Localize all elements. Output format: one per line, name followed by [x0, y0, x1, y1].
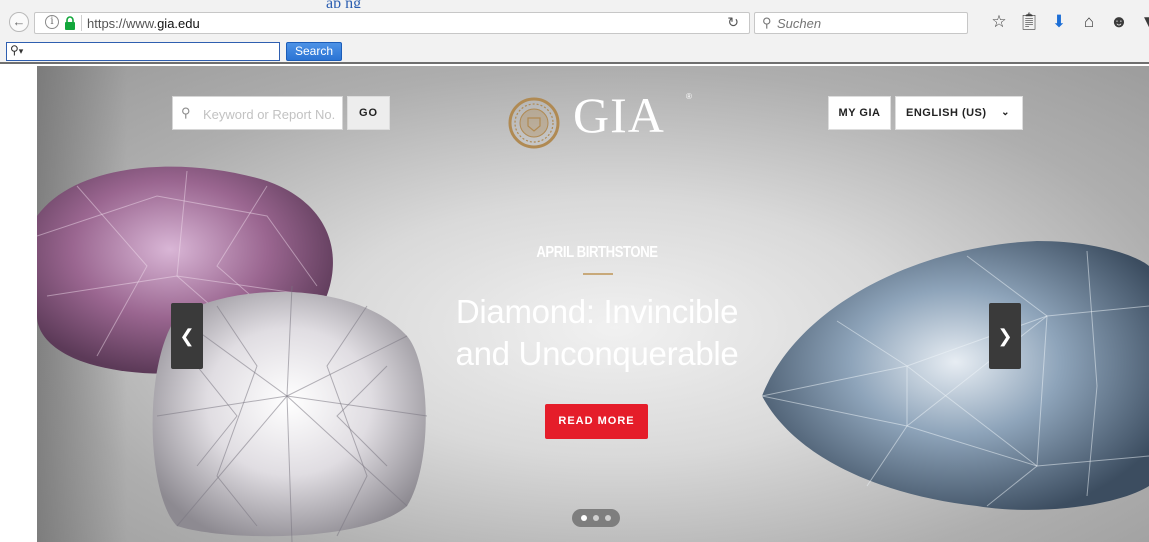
search-icon: ⚲ [762, 15, 772, 30]
clipboard-icon[interactable]: 📋︎ [1014, 10, 1044, 34]
search-icon: ⚲ [181, 105, 191, 120]
chevron-left-icon: ❮ [179, 326, 195, 346]
browser-toolbar-icons: ☆ 📋︎ ⬇︎ ⌂ ☻ ▼ [984, 10, 1149, 34]
pocket-icon[interactable]: ▼ [1134, 10, 1149, 34]
headline-line-2: and Unconquerable [455, 335, 739, 372]
slide-eyebrow: APRIL BIRTHSTONE [536, 244, 658, 261]
chevron-right-icon: ❯ [997, 326, 1013, 346]
search-toolbar: ⚲▾ Search [0, 40, 1149, 64]
keyword-search-input[interactable] [203, 105, 341, 123]
reload-icon[interactable]: ↻ [727, 14, 739, 31]
logo-wordmark: GIA [573, 87, 665, 143]
registered-mark: ® [686, 92, 692, 101]
home-icon[interactable]: ⌂ [1074, 10, 1104, 34]
back-button[interactable]: ← [9, 12, 29, 32]
carousel-dot[interactable] [605, 515, 611, 521]
url-text[interactable]: https://www.gia.edu [87, 16, 200, 31]
download-icon[interactable]: ⬇︎ [1044, 10, 1074, 34]
headline-line-1: Diamond: Invincible [455, 293, 739, 330]
chevron-down-icon: ⌄ [1001, 107, 1010, 118]
gia-logo[interactable]: GIA ® [509, 87, 699, 144]
keyword-search-box[interactable]: ⚲ [172, 96, 343, 130]
slide-headline: Diamond: Invincible and Unconquerable [422, 291, 772, 375]
toolbar-search-input[interactable] [31, 44, 271, 59]
lock-icon[interactable] [64, 16, 76, 30]
toolbar-search-box[interactable]: ⚲▾ [6, 42, 280, 61]
browser-navigation-bar: ap ng ← i https://www.gia.edu ↻ ⚲ ☆ 📋︎ ⬇… [0, 0, 1149, 40]
address-bar[interactable]: i https://www.gia.edu ↻ [34, 12, 750, 34]
toolbar-search-button[interactable]: Search [286, 42, 342, 61]
carousel-pagination [572, 509, 620, 527]
info-icon[interactable]: i [45, 15, 59, 29]
chat-icon[interactable]: ☻ [1104, 10, 1134, 34]
arrow-left-icon: ← [12, 14, 26, 29]
browser-search-box[interactable]: ⚲ [754, 12, 968, 34]
divider [583, 273, 613, 275]
bookmark-star-icon[interactable]: ☆ [984, 10, 1014, 34]
browser-search-input[interactable] [777, 15, 957, 31]
page-title-fragment: ap ng [326, 0, 361, 8]
go-button[interactable]: GO [347, 96, 390, 130]
search-icon: ⚲▾ [10, 43, 24, 57]
hero-carousel: ⚲ GO GIA ® MY GIA ENGLISH (US) ⌄ APRIL B… [37, 66, 1149, 542]
language-selector[interactable]: ENGLISH (US) ⌄ [895, 96, 1023, 130]
page-content: ⚲ GO GIA ® MY GIA ENGLISH (US) ⌄ APRIL B… [0, 66, 1149, 542]
language-label: ENGLISH (US) [906, 107, 987, 119]
carousel-dot[interactable] [581, 515, 587, 521]
previous-slide-button[interactable]: ❮ [171, 303, 203, 369]
next-slide-button[interactable]: ❯ [989, 303, 1021, 369]
url-separator [81, 15, 82, 31]
carousel-dot[interactable] [593, 515, 599, 521]
read-more-button[interactable]: READ MORE [545, 404, 648, 439]
my-gia-button[interactable]: MY GIA [828, 96, 891, 130]
